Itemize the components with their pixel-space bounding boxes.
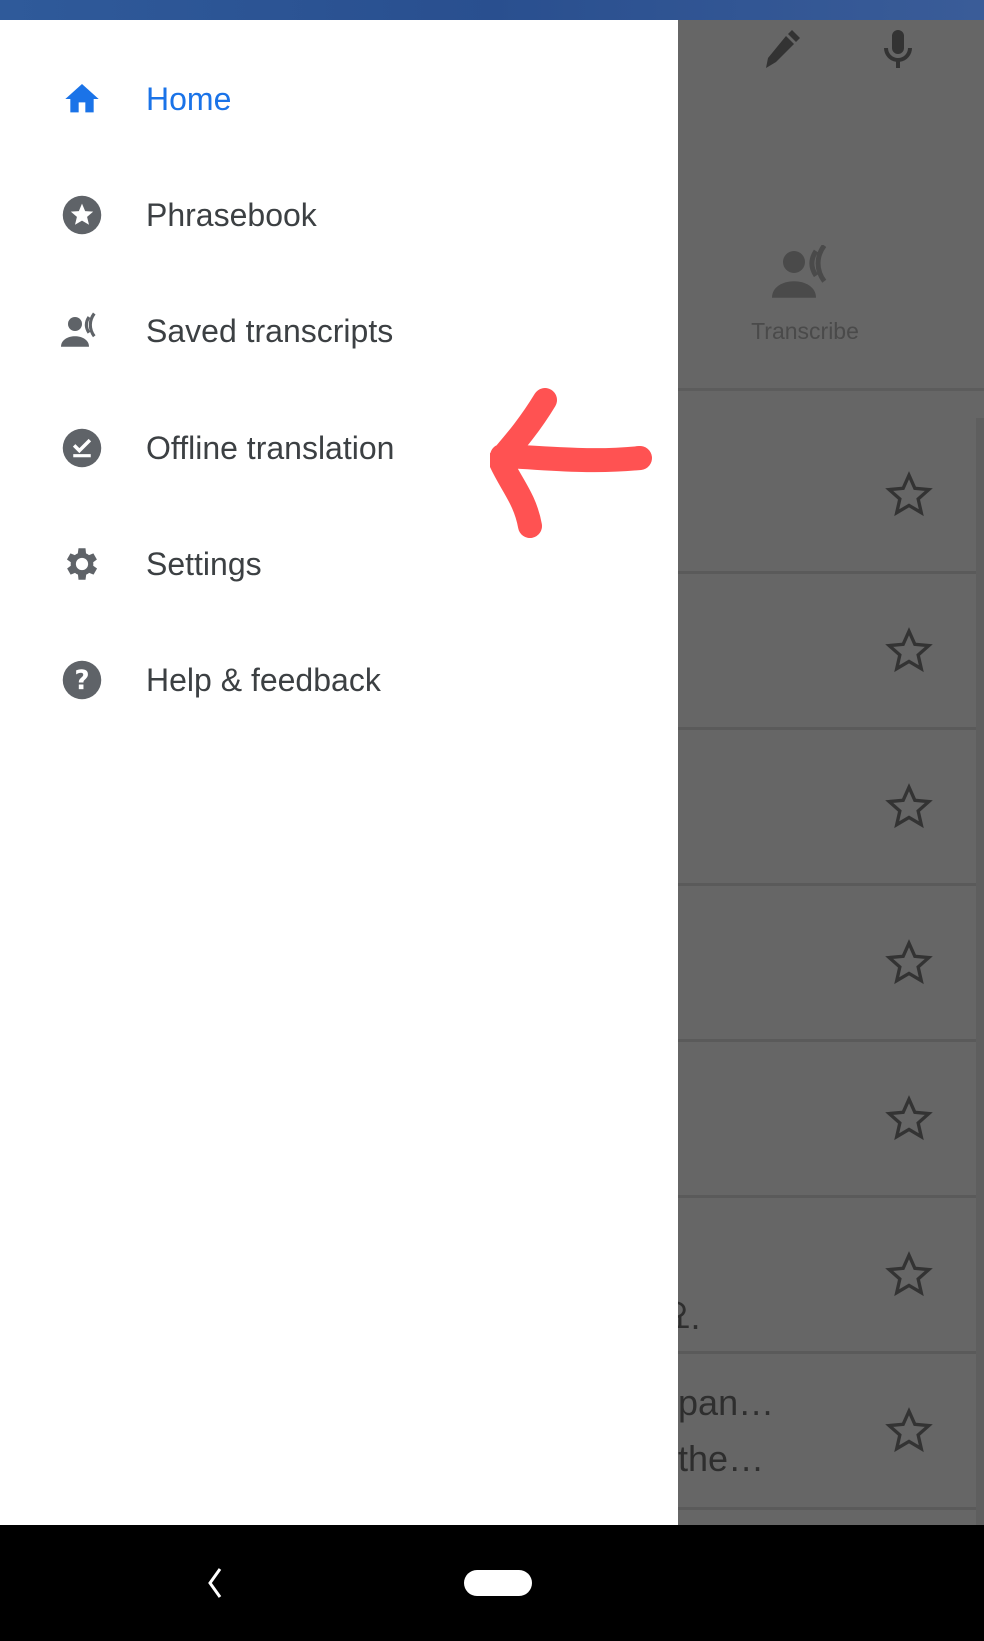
scroll-edge xyxy=(976,418,984,1525)
list-item[interactable] xyxy=(678,886,976,1042)
status-bar xyxy=(0,0,984,20)
help-icon: ? xyxy=(60,658,104,702)
annotation-arrow xyxy=(490,388,652,538)
gear-icon xyxy=(60,542,104,586)
offline-check-icon xyxy=(60,426,104,470)
drawer-item-label: Settings xyxy=(146,545,262,582)
star-outline-icon[interactable] xyxy=(884,1250,934,1300)
star-outline-icon[interactable] xyxy=(884,938,934,988)
drawer-item-saved-transcripts[interactable]: Saved transcripts xyxy=(0,281,678,381)
star-outline-icon[interactable] xyxy=(884,782,934,832)
back-icon[interactable] xyxy=(200,1566,230,1600)
star-circle-icon xyxy=(60,193,104,237)
microphone-icon[interactable] xyxy=(874,26,922,74)
drawer-item-label: Help & feedback xyxy=(146,661,381,698)
drawer-item-phrasebook[interactable]: Phrasebook xyxy=(0,165,678,265)
transcribe-person-icon xyxy=(60,309,104,353)
drawer-item-help-feedback[interactable]: ? Help & feedback xyxy=(0,630,678,730)
transcribe-button[interactable]: Transcribe xyxy=(735,244,875,345)
home-icon xyxy=(60,77,104,121)
drawer-item-label: Phrasebook xyxy=(146,196,317,233)
home-pill-button[interactable] xyxy=(464,1570,532,1596)
handwriting-pen-icon[interactable] xyxy=(758,26,806,74)
transcribe-label: Transcribe xyxy=(751,318,859,344)
drawer-item-label: Home xyxy=(146,80,232,117)
transcribe-person-icon xyxy=(772,244,827,298)
list-item[interactable] xyxy=(678,574,976,730)
navigation-drawer: Home Phrasebook Saved transcripts Offlin… xyxy=(0,20,678,1525)
list-item[interactable]: tepan… n the… xyxy=(648,1354,976,1510)
svg-text:?: ? xyxy=(74,666,89,696)
star-outline-icon[interactable] xyxy=(884,470,934,520)
star-outline-icon[interactable] xyxy=(884,1094,934,1144)
divider xyxy=(678,388,984,391)
star-outline-icon[interactable] xyxy=(884,1406,934,1456)
list-item[interactable] xyxy=(678,418,976,574)
list-item[interactable] xyxy=(678,1042,976,1198)
star-outline-icon[interactable] xyxy=(884,626,934,676)
list-item[interactable]: |요. xyxy=(648,1198,976,1354)
drawer-item-label: Saved transcripts xyxy=(146,312,394,349)
phrase-list: |요. tepan… n the… xyxy=(648,418,976,1510)
drawer-item-home[interactable]: Home xyxy=(0,49,678,149)
drawer-item-label: Offline translation xyxy=(146,429,395,466)
list-item[interactable] xyxy=(678,730,976,886)
